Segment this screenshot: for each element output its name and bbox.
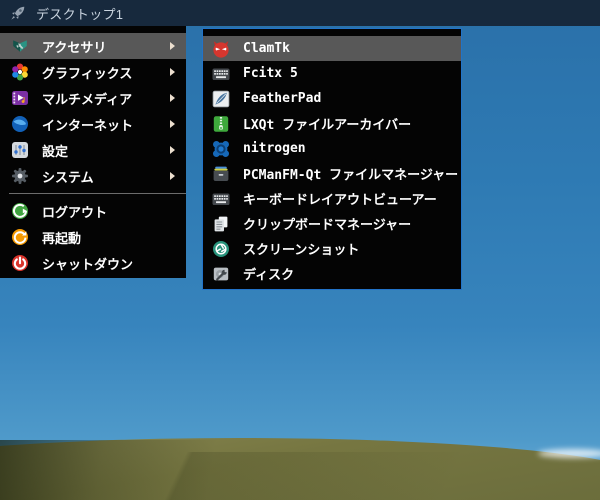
menu-item-featherpad[interactable]: FeatherPad (203, 86, 461, 111)
menu-item-label: ClamTk (243, 41, 290, 56)
clamtk-icon (211, 39, 231, 59)
menu-item-label: PCManFM-Qt ファイルマネージャー (243, 168, 459, 183)
menu-separator (9, 193, 186, 194)
menu-item-label: 設定 (42, 143, 69, 159)
keyboard-icon (211, 64, 231, 84)
submenu-arrow-icon (170, 120, 175, 128)
menu-item-label: 再起動 (42, 230, 82, 246)
menu-item-label: Fcitx 5 (243, 66, 298, 81)
desktop: デスクトップ1 アクセサリグラフィックス マルチメディア インターネット 設定システム… (0, 0, 600, 500)
desktop-pager-bar: デスクトップ1 (0, 0, 600, 26)
menu-item-shutdown[interactable]: シャットダウン (0, 250, 186, 276)
menu-item-label: nitrogen (243, 141, 306, 156)
submenu-arrow-icon (170, 42, 175, 50)
menu-item-label: LXQt ファイルアーカイバー (243, 118, 412, 133)
logout-icon (10, 201, 30, 221)
submenu-arrow-icon (170, 172, 175, 180)
filemanager-icon (211, 164, 231, 184)
menu-item-reboot[interactable]: 再起動 (0, 224, 186, 250)
menu-item-archiver[interactable]: LXQt ファイルアーカイバー (203, 111, 461, 136)
main-menu: アクセサリグラフィックス マルチメディア インターネット 設定システムログアウト再起動… (0, 26, 186, 278)
system-icon (10, 166, 30, 186)
screenshot-icon (211, 239, 231, 259)
desktop-name[interactable]: デスクトップ1 (36, 4, 123, 23)
menu-item-label: グラフィックス (42, 65, 133, 81)
menu-item-filemanager[interactable]: PCManFM-Qt ファイルマネージャー (203, 161, 461, 186)
menu-item-label: アクセサリ (42, 39, 107, 55)
clipboard-icon (211, 214, 231, 234)
menu-item-label: マルチメディア (42, 91, 133, 107)
menu-item-logout[interactable]: ログアウト (0, 198, 186, 224)
featherpad-icon (211, 89, 231, 109)
menu-item-graphics[interactable]: グラフィックス (0, 59, 186, 85)
wallpaper-cloud (538, 449, 600, 458)
menu-item-clipboard[interactable]: クリップボードマネージャー (203, 211, 461, 236)
disk-icon (211, 264, 231, 284)
submenu-arrow-icon (170, 94, 175, 102)
menu-item-label: シャットダウン (42, 256, 134, 272)
menu-item-label: システム (42, 169, 94, 185)
rocket-icon (9, 4, 27, 22)
graphics-icon (10, 62, 30, 82)
reboot-icon (10, 227, 30, 247)
submenu-arrow-icon (170, 146, 175, 154)
shutdown-icon (10, 253, 30, 273)
menu-item-keyboard[interactable]: キーボードレイアウトビューアー (203, 186, 461, 211)
menu-item-label: ディスク (243, 268, 295, 283)
settings-icon (10, 140, 30, 160)
archiver-icon (211, 114, 231, 134)
menu-item-label: ログアウト (42, 204, 108, 220)
menu-item-settings[interactable]: 設定 (0, 137, 186, 163)
menu-item-label: インターネット (42, 117, 134, 133)
submenu-arrow-icon (170, 68, 175, 76)
wallpaper-hill-fold (0, 452, 600, 500)
menu-item-keyboard[interactable]: Fcitx 5 (203, 61, 461, 86)
menu-item-label: FeatherPad (243, 91, 322, 106)
accessories-submenu: ClamTk Fcitx 5 FeatherPad LXQt ファイルアーカイバー ni… (202, 28, 462, 290)
multimedia-icon (10, 88, 30, 108)
menu-item-nitrogen[interactable]: nitrogen (203, 136, 461, 161)
internet-icon (10, 114, 30, 134)
keyboard-icon (211, 189, 231, 209)
menu-item-label: クリップボードマネージャー (243, 218, 412, 233)
menu-item-screenshot[interactable]: スクリーンショット (203, 236, 461, 261)
menu-item-internet[interactable]: インターネット (0, 111, 186, 137)
menu-item-label: スクリーンショット (243, 243, 360, 258)
nitrogen-icon (211, 139, 231, 159)
menu-item-clamtk[interactable]: ClamTk (203, 36, 461, 61)
menu-item-disk[interactable]: ディスク (203, 261, 461, 286)
accessories-icon (10, 36, 30, 56)
menu-item-label: キーボードレイアウトビューアー (243, 193, 437, 208)
menu-item-accessories[interactable]: アクセサリ (0, 33, 186, 59)
menu-item-multimedia[interactable]: マルチメディア (0, 85, 186, 111)
menu-item-system[interactable]: システム (0, 163, 186, 189)
